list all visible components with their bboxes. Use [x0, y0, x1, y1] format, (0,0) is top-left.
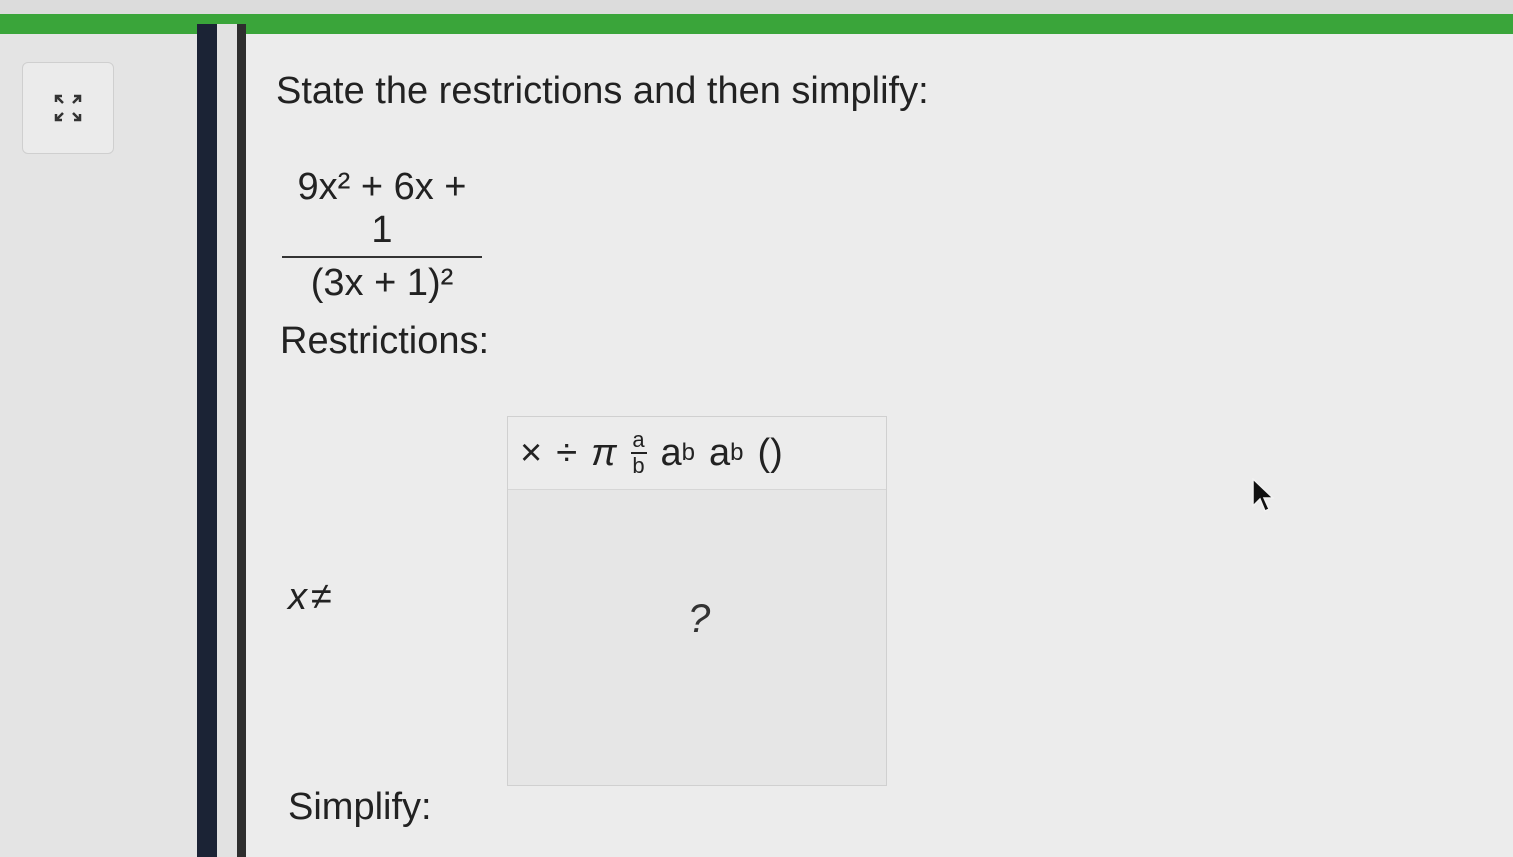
fraction-icon: a b [630, 427, 647, 478]
exponent-base: a [660, 431, 682, 474]
pi-button[interactable]: π [587, 423, 620, 483]
rational-expression: 9x² + 6x + 1 (3x + 1)² [282, 166, 482, 305]
mouse-pointer-icon [1252, 478, 1274, 513]
exponent-button[interactable]: ab [657, 423, 700, 483]
panel-divider-gap [217, 24, 237, 857]
restriction-expression: x ≠ [288, 576, 332, 619]
math-answer-editor: × ÷ π a b ab ab () ? [507, 416, 887, 786]
expand-button[interactable] [22, 62, 114, 154]
top-strip [0, 0, 1513, 14]
subscript-index: b [730, 439, 744, 466]
math-toolbar: × ÷ π a b ab ab () [508, 417, 886, 490]
not-equal-symbol: ≠ [311, 576, 332, 618]
simplify-label: Simplify: [288, 786, 432, 828]
panel-divider-edge [237, 24, 246, 857]
parentheses-button[interactable]: () [754, 423, 787, 483]
times-button[interactable]: × [516, 423, 546, 483]
panel-divider [197, 24, 217, 857]
expression-numerator: 9x² + 6x + 1 [297, 166, 467, 251]
left-panel [0, 34, 198, 857]
question-prompt: State the restrictions and then simplify… [276, 70, 929, 112]
answer-input[interactable]: ? [508, 489, 886, 785]
subscript-button[interactable]: ab [705, 423, 748, 483]
fraction-icon-den: b [632, 453, 645, 478]
expression-denominator: (3x + 1)² [310, 262, 454, 304]
subscript-base: a [709, 431, 731, 474]
fraction-icon-num: a [632, 427, 645, 452]
divide-button[interactable]: ÷ [552, 423, 581, 483]
exponent-power: b [681, 439, 696, 466]
restriction-variable: x [288, 576, 307, 618]
answer-placeholder: ? [688, 597, 711, 641]
fraction-button[interactable]: a b [627, 423, 651, 483]
expand-icon [54, 94, 82, 122]
restrictions-label: Restrictions: [280, 320, 490, 362]
